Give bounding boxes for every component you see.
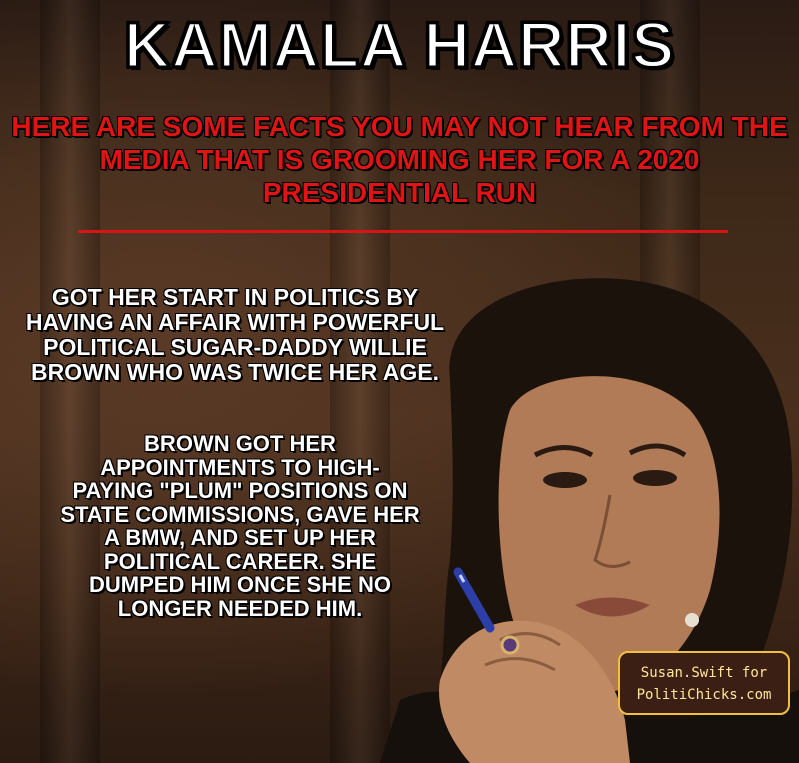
page-title: KAMALA HARRIS [122, 8, 676, 83]
credit-badge: Susan.Swift for PolitiChicks.com [618, 651, 790, 715]
credit-line-1: Susan.Swift for [640, 665, 768, 681]
credit-line-2: PolitiChicks.com [636, 687, 772, 703]
divider-line [78, 230, 728, 233]
subtitle: HERE ARE SOME FACTS YOU MAY NOT HEAR FRO… [11, 111, 788, 208]
fact-text-2: BROWN GOT HER APPOINTMENTS TO HIGH-PAYIN… [60, 431, 420, 621]
meme-canvas: KAMALA HARRIS HERE ARE SOME FACTS YOU MA… [0, 0, 799, 763]
fact-text-1: GOT HER START IN POLITICS BY HAVING AN A… [25, 284, 445, 385]
